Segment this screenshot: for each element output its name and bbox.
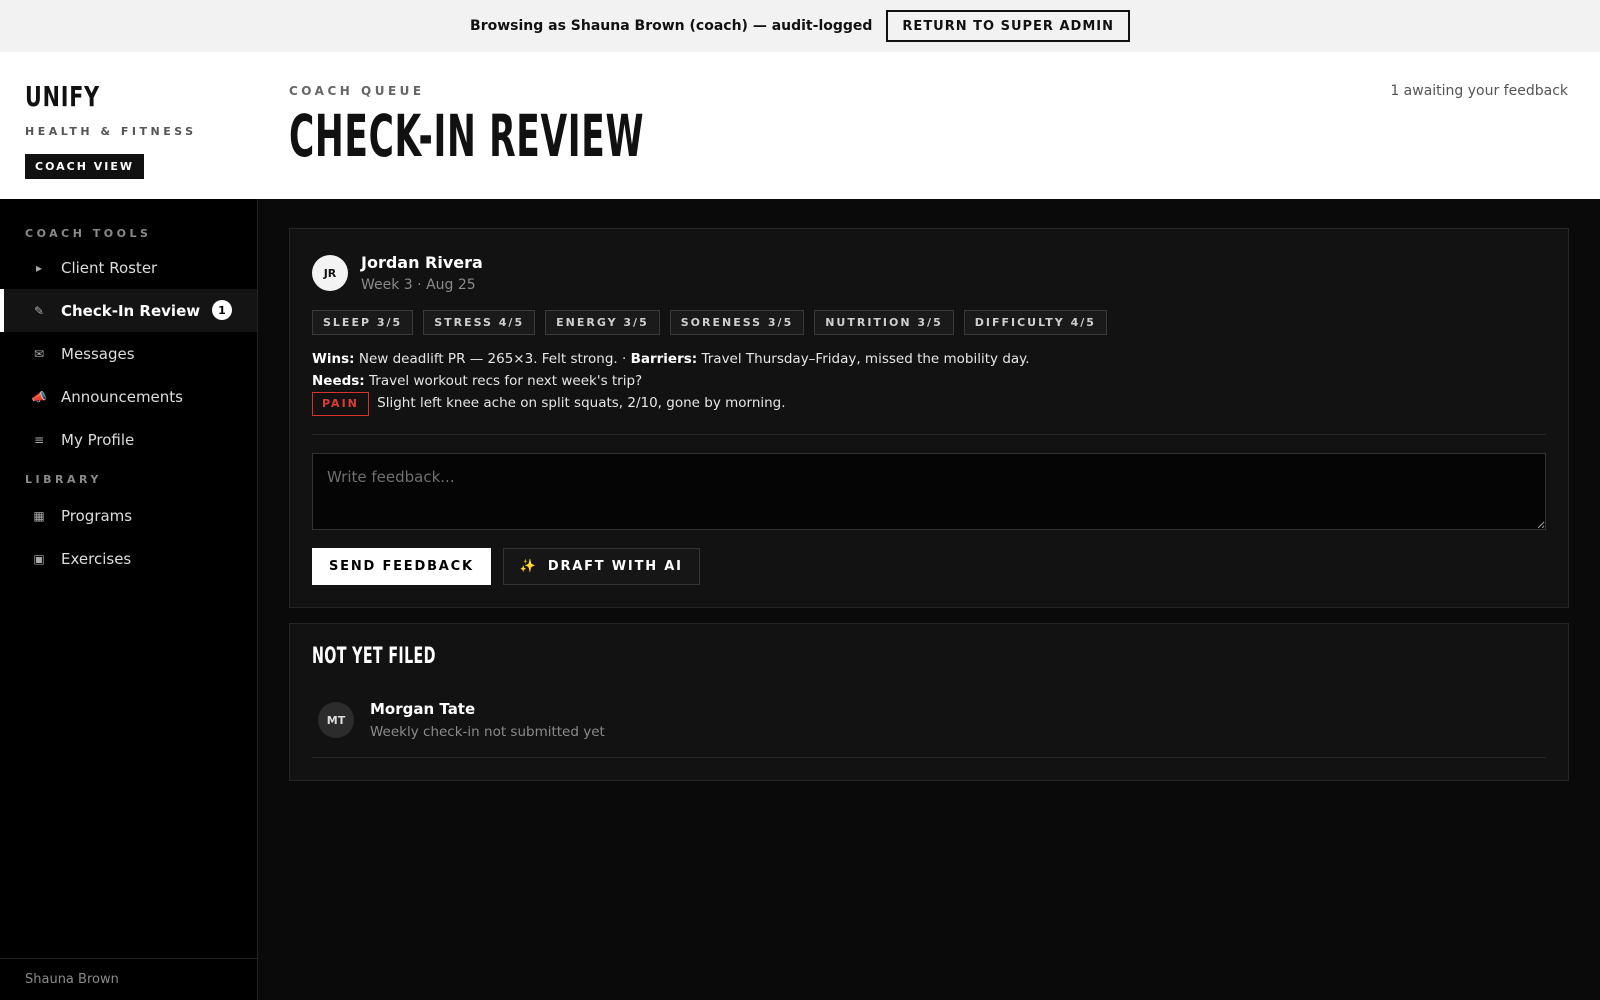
- metric-tag-stress: STRESS 4/5: [423, 310, 536, 335]
- impersonation-text: Browsing as Shauna Brown (coach) — audit…: [470, 18, 873, 34]
- send-feedback-button[interactable]: SEND FEEDBACK: [312, 548, 491, 585]
- row-divider: [312, 757, 1546, 758]
- pain-line: PAIN Slight left knee ache on split squa…: [312, 392, 1030, 416]
- sidebar-section-library: LIBRARY: [25, 473, 102, 486]
- check-in-notes: Wins: New deadlift PR — 265×3. Felt stro…: [312, 348, 1030, 416]
- awaiting-count: 1 awaiting your feedback: [1390, 83, 1568, 99]
- pain-tag: PAIN: [312, 392, 369, 416]
- return-to-super-admin-button[interactable]: RETURN TO SUPER ADMIN: [886, 10, 1130, 42]
- barriers-text: Travel Thursday–Friday, missed the mobil…: [701, 351, 1030, 367]
- check-in-card: JR Jordan Rivera Week 3 · Aug 25 SLEEP 3…: [289, 228, 1569, 608]
- grid-icon: ▦: [33, 508, 45, 523]
- section-title: NOT YET FILED: [312, 644, 436, 669]
- metric-tag-nutrition: NUTRITION 3/5: [814, 310, 954, 335]
- sidebar-item-label: Programs: [61, 506, 133, 525]
- sidebar-item-messages[interactable]: ✉ Messages: [0, 332, 257, 375]
- square-icon: ▣: [33, 551, 45, 566]
- barriers-label: Barriers:: [630, 351, 698, 367]
- needs-line: Needs: Travel workout recs for next week…: [312, 370, 1030, 392]
- brand-subtitle: HEALTH & FITNESS: [25, 125, 197, 138]
- sidebar-item-label: Check-In Review: [61, 301, 201, 320]
- needs-text: Travel workout recs for next week's trip…: [369, 373, 643, 389]
- brand-logo[interactable]: UNIFY: [25, 80, 166, 113]
- feedback-actions: SEND FEEDBACK ✨ DRAFT WITH AI: [312, 548, 700, 585]
- megaphone-icon: 📣: [31, 389, 47, 404]
- list-item[interactable]: MT Morgan Tate Weekly check-in not submi…: [318, 700, 605, 740]
- page-heading: COACH QUEUE CHECK-IN REVIEW: [289, 84, 827, 170]
- page-eyebrow: COACH QUEUE: [289, 84, 425, 98]
- avatar: JR: [312, 255, 348, 291]
- needs-label: Needs:: [312, 373, 365, 389]
- sidebar-item-label: Exercises: [61, 549, 132, 568]
- sidebar-item-my-profile[interactable]: ≡ My Profile: [0, 418, 257, 461]
- metric-tag-sleep: SLEEP 3/5: [312, 310, 414, 335]
- sidebar-item-check-in-review[interactable]: ✎ Check-In Review 1: [0, 289, 257, 332]
- sidebar-item-exercises[interactable]: ▣ Exercises: [0, 537, 257, 580]
- brand: UNIFY HEALTH & FITNESS COACH VIEW: [25, 80, 197, 179]
- coach-view-badge: COACH VIEW: [25, 154, 145, 179]
- not-yet-filed-card: NOT YET FILED MT Morgan Tate Weekly chec…: [289, 623, 1569, 781]
- caret-right-icon: ▸: [35, 260, 43, 275]
- sidebar-item-label: Client Roster: [61, 258, 158, 277]
- envelope-icon: ✉: [33, 346, 45, 361]
- metric-tags: SLEEP 3/5 STRESS 4/5 ENERGY 3/5 SORENESS…: [312, 310, 1107, 335]
- sparkle-icon: ✨: [519, 559, 538, 574]
- pencil-icon: ✎: [33, 303, 45, 318]
- client-name[interactable]: Jordan Rivera: [361, 253, 483, 272]
- wins-text: New deadlift PR — 265×3. Felt strong. ·: [358, 351, 627, 367]
- sidebar-item-announcements[interactable]: 📣 Announcements: [0, 375, 257, 418]
- sidebar-item-client-roster[interactable]: ▸ Client Roster: [0, 246, 257, 289]
- draft-with-ai-label: DRAFT WITH AI: [547, 559, 683, 574]
- card-divider: [312, 434, 1546, 435]
- wins-label: Wins:: [312, 351, 355, 367]
- page-header: UNIFY HEALTH & FITNESS COACH VIEW COACH …: [0, 52, 1600, 199]
- pending-count-badge: 1: [212, 300, 232, 320]
- sidebar: COACH TOOLS ▸ Client Roster ✎ Check-In R…: [0, 199, 258, 1000]
- draft-with-ai-button[interactable]: ✨ DRAFT WITH AI: [502, 548, 700, 585]
- sidebar-item-label: Messages: [61, 344, 135, 363]
- sidebar-section-coach-tools: COACH TOOLS: [25, 227, 152, 240]
- sidebar-item-label: Announcements: [61, 387, 183, 406]
- sidebar-item-label: My Profile: [61, 430, 135, 449]
- feedback-input[interactable]: [312, 453, 1546, 530]
- pain-text: Slight left knee ache on split squats, 2…: [377, 395, 786, 411]
- wins-barriers-line: Wins: New deadlift PR — 265×3. Felt stro…: [312, 348, 1030, 370]
- impersonation-banner: Browsing as Shauna Brown (coach) — audit…: [0, 0, 1600, 52]
- client-name: Morgan Tate: [370, 700, 476, 718]
- sidebar-footer-user: Shauna Brown: [0, 958, 257, 1000]
- menu-lines-icon: ≡: [33, 432, 45, 447]
- metric-tag-difficulty: DIFFICULTY 4/5: [963, 310, 1107, 335]
- check-in-meta: Week 3 · Aug 25: [361, 277, 476, 293]
- metric-tag-energy: ENERGY 3/5: [545, 310, 660, 335]
- sidebar-item-programs[interactable]: ▦ Programs: [0, 494, 257, 537]
- page-title: CHECK-IN REVIEW: [289, 102, 645, 170]
- pending-status: Weekly check-in not submitted yet: [370, 724, 605, 740]
- client-header: JR Jordan Rivera Week 3 · Aug 25: [312, 253, 483, 293]
- avatar: MT: [318, 702, 354, 738]
- metric-tag-soreness: SORENESS 3/5: [669, 310, 805, 335]
